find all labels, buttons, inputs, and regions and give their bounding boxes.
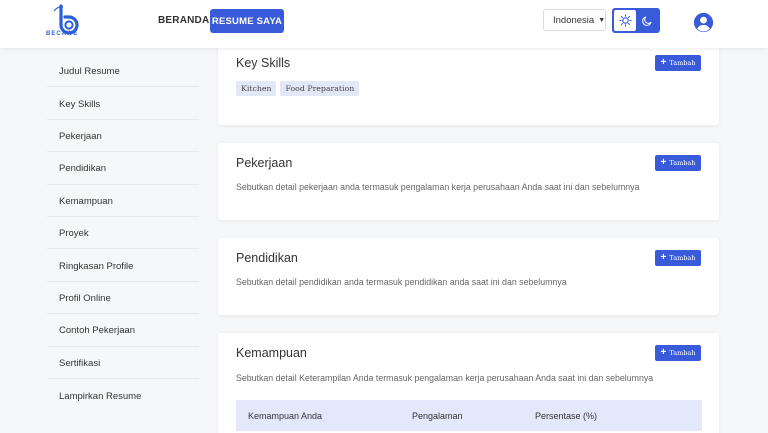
nav-home-link[interactable]: BERANDA (158, 15, 209, 26)
pendidikan-description: Sebutkan detail pendidikan anda termasuk… (236, 277, 567, 287)
language-value: Indonesia (553, 14, 595, 26)
resume-sections-sidebar: Judul Resume Key Skills Pekerjaan Pendid… (47, 55, 199, 411)
sidebar-item-kemampuan[interactable]: Kemampuan (47, 185, 199, 217)
dark-mode-button[interactable] (636, 10, 658, 31)
add-button-label: Tambah (669, 254, 696, 262)
light-mode-button[interactable] (614, 10, 636, 31)
sidebar-item-pekerjaan[interactable]: Pekerjaan (47, 120, 199, 153)
skill-tags: Kitchen Food Preparation (236, 81, 360, 96)
sidebar-item-contoh-pekerjaan[interactable]: Contoh Pekerjaan (47, 314, 199, 347)
add-button-label: Tambah (669, 349, 696, 357)
sidebar-item-profil-online[interactable]: Profil Online (47, 282, 199, 315)
sidebar-item-sertifikasi[interactable]: Sertifikasi (47, 347, 199, 379)
add-button-label: Tambah (669, 59, 696, 67)
pekerjaan-description: Sebutkan detail pekerjaan anda termasuk … (236, 182, 640, 192)
column-header-pengalaman[interactable]: Pengalaman (412, 411, 463, 421)
caret-down-icon: ▼ (598, 16, 606, 24)
plus-icon: + (660, 57, 667, 68)
moon-icon (642, 16, 652, 26)
skill-tag[interactable]: Kitchen (236, 81, 277, 96)
add-pekerjaan-button[interactable]: + Tambah (655, 155, 701, 171)
column-header-persentase[interactable]: Persentase (%) (535, 411, 597, 421)
pendidikan-title: Pendidikan (236, 251, 298, 265)
plus-icon: + (660, 347, 667, 358)
user-circle-icon (693, 12, 714, 33)
sidebar-item-judul-resume[interactable]: Judul Resume (47, 55, 199, 88)
skill-tag[interactable]: Food Preparation (280, 81, 360, 96)
language-select[interactable]: Indonesia ▼ (543, 9, 606, 31)
sidebar-item-key-skills[interactable]: Key Skills (47, 87, 199, 120)
kemampuan-card: Kemampuan + Tambah Sebutkan detail Keter… (218, 333, 719, 433)
key-skills-card: Key Skills + Tambah Kitchen Food Prepara… (218, 41, 719, 125)
theme-toggle[interactable] (612, 8, 660, 33)
nav-resume-button[interactable]: RESUME SAYA (210, 9, 284, 33)
pekerjaan-card: Pekerjaan + Tambah Sebutkan detail peker… (218, 143, 719, 220)
kemampuan-title: Kemampuan (236, 346, 307, 360)
sidebar-item-lampirkan-resume[interactable]: Lampirkan Resume (47, 379, 199, 411)
kemampuan-table-header: Kemampuan Anda Pengalaman Persentase (%) (236, 400, 702, 431)
pekerjaan-title: Pekerjaan (236, 156, 293, 170)
add-pendidikan-button[interactable]: + Tambah (655, 250, 701, 266)
top-header: BECAWE BERANDA RESUME SAYA Indonesia ▼ (0, 0, 768, 48)
sidebar-item-proyek[interactable]: Proyek (47, 217, 199, 250)
kemampuan-description: Sebutkan detail Keterampilan Anda termas… (236, 373, 654, 383)
sidebar-item-pendidikan[interactable]: Pendidikan (47, 152, 199, 185)
add-button-label: Tambah (669, 159, 696, 167)
sidebar-item-ringkasan-profile[interactable]: Ringkasan Profile (47, 249, 199, 282)
key-skills-title: Key Skills (236, 56, 291, 70)
plus-icon: + (660, 252, 667, 263)
add-key-skill-button[interactable]: + Tambah (655, 55, 701, 71)
sun-icon (618, 14, 632, 27)
column-header-kemampuan[interactable]: Kemampuan Anda (248, 411, 322, 421)
pendidikan-card: Pendidikan + Tambah Sebutkan detail pend… (218, 238, 719, 315)
user-avatar[interactable] (693, 12, 714, 33)
add-kemampuan-button[interactable]: + Tambah (655, 345, 701, 361)
plus-icon: + (660, 157, 667, 168)
logo-text: BECAWE (46, 31, 79, 37)
